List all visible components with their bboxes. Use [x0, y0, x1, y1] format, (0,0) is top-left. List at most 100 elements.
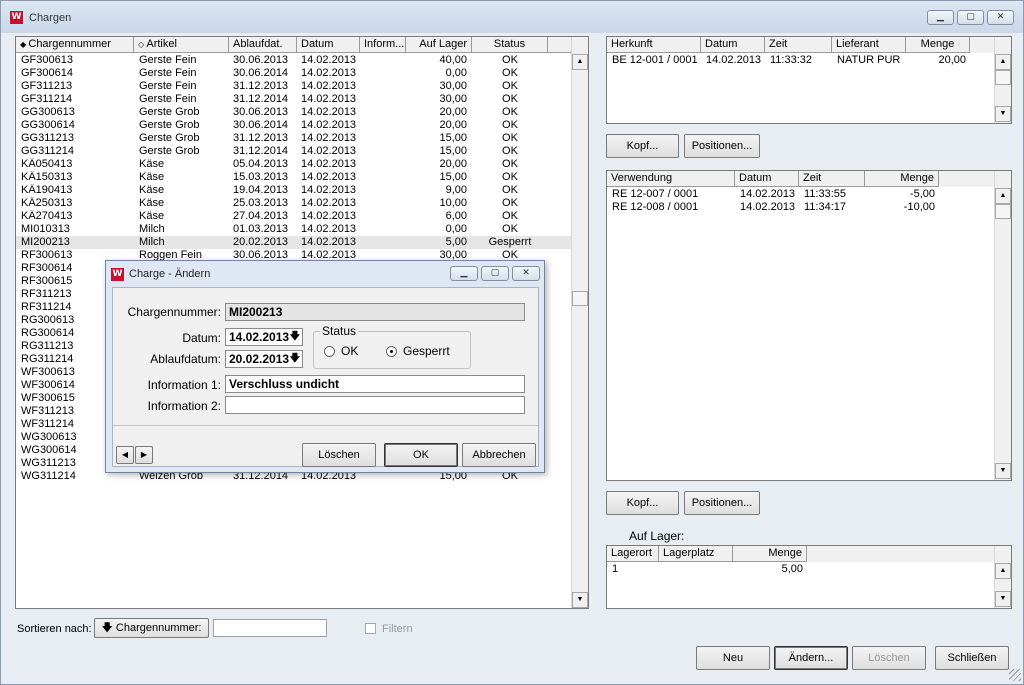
scroll-down-icon[interactable]: ▼	[995, 106, 1011, 122]
sort-field-button[interactable]: 🡇 Chargennummer:	[94, 618, 209, 638]
chargen-cell: Käse	[139, 197, 165, 209]
chargen-row[interactable]: MI010313 Milch 01.03.2013 14.02.2013 0,00 OK	[16, 223, 571, 236]
verwendung-header-1[interactable]: Datum	[735, 171, 799, 187]
verwendung-kopf-button[interactable]: Kopf...	[606, 491, 679, 515]
chargen-header-2[interactable]: Ablaufdat.	[229, 37, 297, 53]
chargen-header-4[interactable]: Inform...	[360, 37, 406, 53]
chargen-cell: Käse	[139, 184, 165, 196]
chargen-row[interactable]: MI200213 Milch 20.02.2013 14.02.2013 5,00 Ges…	[16, 236, 571, 249]
chargen-cell: Gerste Grob	[139, 132, 200, 144]
scroll-up-icon[interactable]: ▲	[572, 54, 588, 70]
scroll-down-icon[interactable]: ▼	[995, 591, 1011, 607]
herkunft-header-1[interactable]: Datum	[701, 37, 765, 53]
neu-button[interactable]: Neu	[696, 646, 770, 670]
herkunft-header-label: Menge	[920, 38, 955, 50]
chargen-cell: Gerste Fein	[139, 80, 197, 92]
close-icon[interactable]: ✕	[987, 10, 1014, 25]
lager-header-0[interactable]: Lagerort	[607, 546, 659, 562]
chargen-row[interactable]: GG300613 Gerste Grob 30.06.2013 14.02.2013 2…	[16, 106, 571, 119]
scroll-up-icon[interactable]: ▲	[995, 188, 1011, 204]
verwendung-row[interactable]: RE 12-007 / 0001 14.02.2013 11:33:55 -5,00	[607, 188, 994, 201]
status-gesperrt-radio[interactable]	[386, 346, 397, 357]
chargen-row[interactable]: KÄ250313 Käse 25.03.2013 14.02.2013 10,00 OK	[16, 197, 571, 210]
chargen-header-6[interactable]: Status	[472, 37, 548, 53]
ablaufdatum-dropdown-icon[interactable]: 🡇	[290, 351, 300, 367]
dialog-close-icon[interactable]: ✕	[512, 266, 540, 281]
ablaufdatum-value: 20.02.2013	[229, 352, 290, 366]
herkunft-header-3[interactable]: Lieferant	[832, 37, 906, 53]
herkunft-header-4[interactable]: Menge	[906, 37, 970, 53]
info1-field[interactable]: Verschluss undicht	[225, 375, 525, 393]
chargen-cell: 0,00	[445, 67, 467, 79]
schliessen-button[interactable]: Schließen	[935, 646, 1009, 670]
verwendung-row[interactable]: RE 12-008 / 0001 14.02.2013 11:34:17 -10,00	[607, 201, 994, 214]
herkunft-row[interactable]: BE 12-001 / 0001 14.02.2013 11:33:32 NATUR …	[607, 54, 994, 67]
aendern-button[interactable]: Ändern...	[774, 646, 848, 670]
herkunft-header-2[interactable]: Zeit	[765, 37, 832, 53]
chargen-row[interactable]: GF300613 Gerste Fein 30.06.2013 14.02.2013 4…	[16, 54, 571, 67]
herkunft-scrollbar[interactable]: ▲ ▼	[994, 37, 1011, 123]
scroll-thumb[interactable]	[995, 204, 1011, 219]
scroll-thumb[interactable]	[995, 70, 1011, 85]
chargen-row[interactable]: KÄ190413 Käse 19.04.2013 14.02.2013 9,00 OK	[16, 184, 571, 197]
chargen-header-0[interactable]: ◆ Chargennummer	[16, 37, 134, 53]
sort-search-input[interactable]	[213, 619, 327, 637]
verwendung-header-0[interactable]: Verwendung	[607, 171, 735, 187]
chargen-row[interactable]: GG311214 Gerste Grob 31.12.2014 14.02.2013 1…	[16, 145, 571, 158]
chargen-scrollbar[interactable]: ▲ ▼	[571, 37, 588, 608]
chargen-cell: GG311213	[21, 132, 75, 144]
herkunft-kopf-button[interactable]: Kopf...	[606, 134, 679, 158]
chargen-row[interactable]: GF300614 Gerste Fein 30.06.2014 14.02.2013 0…	[16, 67, 571, 80]
chargen-header-1[interactable]: ◇ Artikel	[134, 37, 229, 53]
lager-header-label: Lagerplatz	[663, 547, 715, 559]
filter-checkbox[interactable]	[365, 623, 376, 634]
chargen-header-3[interactable]: Datum	[297, 37, 360, 53]
dialog-abbrechen-button[interactable]: Abbrechen	[462, 443, 536, 467]
w-app-icon: W	[111, 268, 124, 281]
chargen-row[interactable]: KÄ050413 Käse 05.04.2013 14.02.2013 20,00 OK	[16, 158, 571, 171]
chargen-header-5[interactable]: Auf Lager	[406, 37, 472, 53]
dialog-ok-button[interactable]: OK	[384, 443, 458, 467]
scroll-down-icon[interactable]: ▼	[995, 463, 1011, 479]
info2-field[interactable]	[225, 396, 525, 414]
chargen-row[interactable]: GF311213 Gerste Fein 31.12.2013 14.02.2013 3…	[16, 80, 571, 93]
verwendung-header-2[interactable]: Zeit	[799, 171, 865, 187]
loeschen-button[interactable]: Löschen	[852, 646, 926, 670]
dialog-maximize-icon[interactable]: ▢	[481, 266, 509, 281]
chargen-row[interactable]: KÄ270413 Käse 27.04.2013 14.02.2013 6,00 OK	[16, 210, 571, 223]
dialog-content: Chargennummer: MI200213 Datum: 14.02.201…	[112, 287, 539, 467]
lager-header-2[interactable]: Menge	[733, 546, 807, 562]
verwendung-positionen-button[interactable]: Positionen...	[684, 491, 760, 515]
verwendung-cell: -5,00	[909, 188, 935, 200]
chargen-row[interactable]: GG311213 Gerste Grob 31.12.2013 14.02.2013 1…	[16, 132, 571, 145]
scroll-down-icon[interactable]: ▼	[572, 592, 588, 608]
chargen-header-label: Auf Lager	[419, 38, 467, 50]
herkunft-header-0[interactable]: Herkunft	[607, 37, 701, 53]
scroll-up-icon[interactable]: ▲	[995, 54, 1011, 70]
minimize-icon[interactable]: ▁	[927, 10, 954, 25]
dialog-minimize-icon[interactable]: ▁	[450, 266, 478, 281]
herkunft-positionen-button[interactable]: Positionen...	[684, 134, 760, 158]
scroll-thumb[interactable]	[572, 291, 588, 306]
herkunft-table: Herkunft Datum Zeit Lieferant Menge BE 12-00…	[606, 36, 1012, 124]
chargen-cell: GF300613	[21, 54, 73, 66]
ablaufdatum-field[interactable]: 20.02.2013 🡇	[225, 350, 303, 368]
maximize-icon[interactable]: ▢	[957, 10, 984, 25]
chargen-row[interactable]: KÄ150313 Käse 15.03.2013 14.02.2013 15,00 OK	[16, 171, 571, 184]
status-ok-radio[interactable]	[324, 346, 335, 357]
datum-dropdown-icon[interactable]: 🡇	[290, 329, 300, 345]
verwendung-scrollbar[interactable]: ▲ ▼	[994, 171, 1011, 480]
resize-grip-icon[interactable]	[1009, 669, 1021, 681]
chargen-row[interactable]: GG300614 Gerste Grob 30.06.2014 14.02.2013 2…	[16, 119, 571, 132]
lager-scrollbar[interactable]: ▲ ▼	[994, 546, 1011, 608]
ablaufdatum-label: Ablaufdatum:	[150, 352, 221, 366]
verwendung-header-3[interactable]: Menge	[865, 171, 939, 187]
lager-row[interactable]: 1 5,00	[607, 563, 994, 576]
prev-record-icon[interactable]: ◀	[116, 446, 134, 464]
scroll-up-icon[interactable]: ▲	[995, 563, 1011, 579]
lager-header-1[interactable]: Lagerplatz	[659, 546, 733, 562]
next-record-icon[interactable]: ▶	[135, 446, 153, 464]
datum-field[interactable]: 14.02.2013 🡇	[225, 328, 303, 346]
chargen-row[interactable]: GF311214 Gerste Fein 31.12.2014 14.02.2013 3…	[16, 93, 571, 106]
dialog-loeschen-button[interactable]: Löschen	[302, 443, 376, 467]
